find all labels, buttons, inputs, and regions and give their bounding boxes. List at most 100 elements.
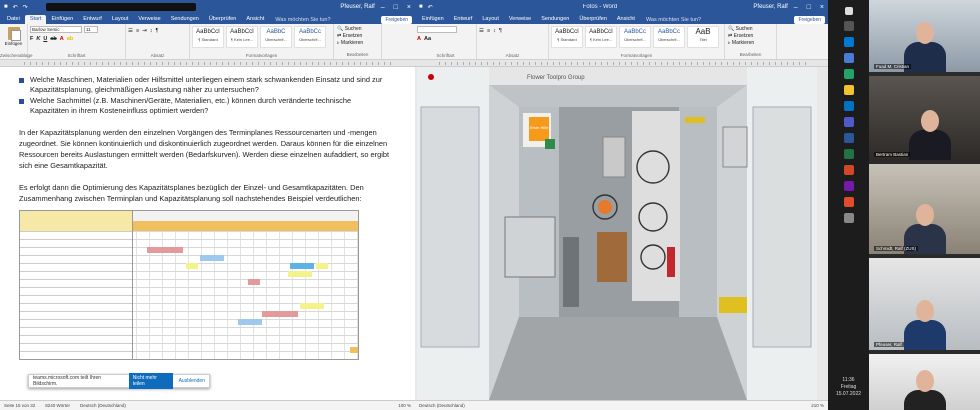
sort-icon[interactable]: ↕	[493, 28, 496, 34]
replace-button[interactable]: ⇄ Ersetzen	[728, 33, 773, 40]
tab-layout[interactable]: Layout	[477, 15, 504, 24]
word-count[interactable]: 8240 Wörter	[45, 403, 70, 408]
zoom-level[interactable]: 100 %	[398, 403, 411, 408]
style-kein-leerraum[interactable]: AaBbCcI ¶ Kein Lee...	[226, 26, 258, 48]
pilcrow-icon[interactable]: ¶	[499, 28, 502, 34]
tab-datei[interactable]: Datei	[2, 15, 25, 24]
tab-verweise[interactable]: Verweise	[133, 15, 165, 24]
teams-icon[interactable]	[843, 117, 854, 127]
tell-me-search[interactable]: Was möchten Sie tun?	[269, 16, 336, 24]
font-color-icon[interactable]: A	[60, 36, 64, 42]
zoom-level[interactable]: 210 %	[811, 403, 824, 408]
style-heading-2[interactable]: AaBbCc Überschrif...	[294, 26, 326, 48]
system-clock[interactable]: 11:36 Freitag 15.07.2022	[828, 377, 869, 398]
tab-einfuegen[interactable]: Einfügen	[417, 15, 449, 24]
page-count[interactable]: Seite 15 von 32	[4, 403, 35, 408]
find-button[interactable]: 🔍 Suchen	[337, 26, 378, 33]
tab-entwurf[interactable]: Entwurf	[449, 15, 478, 24]
italic-icon[interactable]: K	[36, 36, 40, 42]
style-standard[interactable]: AaBbCcI ¶ Standard	[192, 26, 224, 48]
language[interactable]: Deutsch (Deutschland)	[419, 403, 465, 408]
document-page[interactable]: Flower Toolpro Group Erste Hilfe	[415, 67, 828, 400]
windows-icon[interactable]	[844, 7, 853, 15]
pilcrow-icon[interactable]: ¶	[156, 28, 159, 34]
tab-ueberpruefen[interactable]: Überprüfen	[204, 15, 242, 24]
close-icon[interactable]: ×	[820, 4, 824, 11]
numbering-icon[interactable]: ≡	[487, 28, 490, 34]
style-heading-1[interactable]: AaBbC Überschrif...	[260, 26, 292, 48]
sort-icon[interactable]: ↕	[150, 28, 153, 34]
share-button[interactable]: Freigeben	[381, 16, 412, 24]
style-heading-1[interactable]: AaBbCc Überschrif...	[619, 26, 651, 48]
tab-einfuegen[interactable]: Einfügen	[46, 15, 78, 24]
user-name[interactable]: Pfeuser, Ralf	[340, 4, 374, 10]
participant-tile[interactable]	[869, 354, 980, 410]
participant-tile[interactable]: Schmidt, Ralf (ZUS)	[869, 164, 980, 254]
file-explorer-icon[interactable]	[843, 53, 854, 63]
replace-button[interactable]: ⇄ Ersetzen	[337, 33, 378, 40]
powerpoint-icon[interactable]	[843, 165, 854, 175]
tab-verweise[interactable]: Verweise	[504, 15, 536, 24]
style-kein-leerraum[interactable]: AaBbCcI ¶ Kein Lee...	[585, 26, 617, 48]
maximize-icon[interactable]: □	[807, 4, 811, 11]
font-color-icon[interactable]: A	[417, 36, 421, 42]
bold-icon[interactable]: F	[30, 36, 33, 42]
find-button[interactable]: 🔍 Suchen	[728, 26, 773, 33]
save-icon[interactable]: ■	[4, 4, 8, 10]
undo-icon[interactable]: ↶	[13, 4, 18, 11]
select-button[interactable]: ▹ Markieren	[728, 40, 773, 47]
style-title[interactable]: AaB Titel	[687, 26, 719, 48]
bullets-icon[interactable]: ☰	[479, 28, 484, 34]
language[interactable]: Deutsch (Deutschland)	[80, 403, 126, 408]
style-standard[interactable]: AaBbCcI ¶ Standard	[551, 26, 583, 48]
undo-icon[interactable]: ↶	[428, 4, 433, 11]
stop-sharing-button[interactable]: Nicht mehr teilen	[128, 373, 173, 389]
hide-button[interactable]: Ausblenden	[179, 378, 205, 384]
strike-icon[interactable]: ab	[50, 36, 56, 42]
maximize-icon[interactable]: □	[394, 4, 398, 11]
participant-tile[interactable]: Pfeuser, Ralf	[869, 258, 980, 350]
tell-me-search[interactable]: Was möchten Sie tun?	[640, 16, 707, 24]
grow-font-icon[interactable]: Aa	[424, 36, 431, 42]
style-heading-2[interactable]: AaBbCc Überschrif...	[653, 26, 685, 48]
close-icon[interactable]: ×	[407, 4, 411, 11]
font-size-select[interactable]: 11	[84, 26, 98, 33]
tab-ansicht[interactable]: Ansicht	[241, 15, 269, 24]
tab-layout[interactable]: Layout	[107, 15, 134, 24]
tab-sendungen[interactable]: Sendungen	[536, 15, 574, 24]
tab-sendungen[interactable]: Sendungen	[166, 15, 204, 24]
edge-icon[interactable]	[843, 37, 854, 47]
bullets-icon[interactable]: ☰	[128, 28, 133, 34]
chrome-icon[interactable]	[843, 69, 854, 79]
onenote-icon[interactable]	[843, 181, 854, 191]
indent-icon[interactable]: ⇥	[142, 28, 147, 34]
font-name-select[interactable]	[417, 26, 457, 33]
underline-icon[interactable]: U	[43, 36, 47, 42]
search-icon[interactable]	[843, 21, 854, 31]
app-icon[interactable]	[843, 213, 854, 223]
highlight-icon[interactable]: ab	[67, 36, 73, 42]
save-icon[interactable]: ■	[419, 4, 423, 10]
tab-ansicht[interactable]: Ansicht	[612, 15, 640, 24]
document-page[interactable]: Welche Maschinen, Materialien oder Hilfs…	[0, 67, 415, 400]
share-button[interactable]: Freigeben	[794, 16, 825, 24]
participant-tile[interactable]: Fuad M. Cristian	[869, 0, 980, 72]
tab-ueberpruefen[interactable]: Überprüfen	[574, 15, 612, 24]
paste-label[interactable]: Einfügen	[5, 41, 23, 46]
participant-tile[interactable]: Bertram Bastian	[869, 76, 980, 160]
select-button[interactable]: ▹ Markieren	[337, 40, 378, 47]
font-name-select[interactable]: Barlow Semic	[30, 26, 82, 33]
numbering-icon[interactable]: ≡	[136, 28, 139, 34]
word-icon[interactable]	[843, 133, 854, 143]
redo-icon[interactable]: ↷	[23, 4, 28, 11]
user-name[interactable]: Pfeuser, Ralf	[753, 4, 787, 10]
outlook-icon[interactable]	[843, 101, 854, 111]
tab-start[interactable]: Start	[24, 15, 47, 24]
app-icon[interactable]	[843, 197, 854, 207]
minimize-icon[interactable]: –	[381, 4, 385, 11]
folder-icon[interactable]	[843, 85, 854, 95]
minimize-icon[interactable]: –	[794, 4, 798, 11]
excel-icon[interactable]	[843, 149, 854, 159]
paste-icon[interactable]	[7, 27, 21, 41]
tab-entwurf[interactable]: Entwurf	[78, 15, 107, 24]
